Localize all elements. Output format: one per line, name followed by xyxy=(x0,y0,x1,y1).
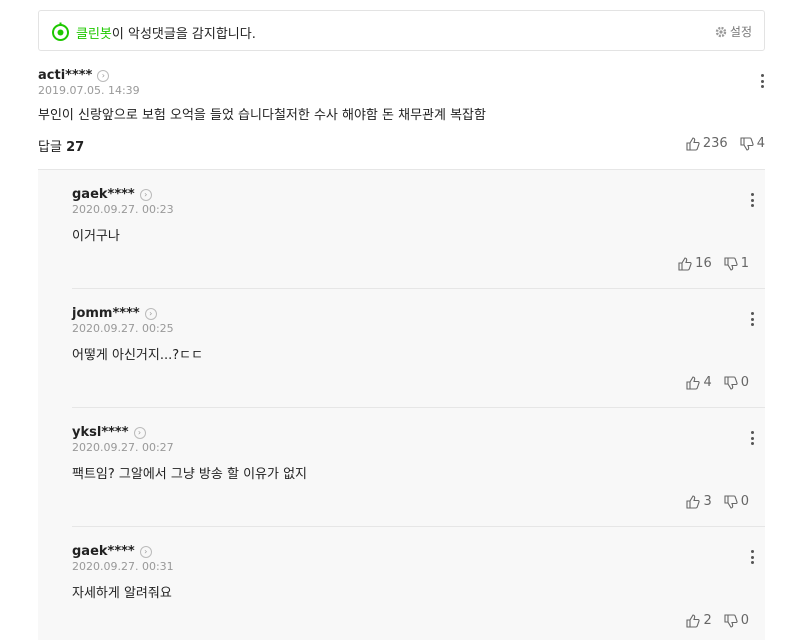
like-button[interactable]: 3 xyxy=(686,494,712,509)
reply-votes: 2 0 xyxy=(686,613,749,628)
reply-votes: 4 0 xyxy=(686,375,749,390)
comment-username[interactable]: acti**** xyxy=(38,68,92,83)
cleanbot-notice: 클린봇이 악성댓글을 감지합니다. 설정 xyxy=(38,10,765,51)
like-count: 3 xyxy=(703,494,712,509)
reply-username[interactable]: jomm**** xyxy=(72,306,140,321)
dislike-button[interactable]: 0 xyxy=(724,613,749,628)
thumbs-up-icon xyxy=(686,613,701,628)
dislike-count: 4 xyxy=(756,136,765,151)
thumbs-down-icon xyxy=(724,494,738,509)
more-menu-icon[interactable] xyxy=(756,73,768,89)
reply-text: 팩트임? 그알에서 그냥 방송 할 이유가 없지 xyxy=(72,467,308,482)
thumbs-up-icon xyxy=(686,494,701,509)
more-menu-icon[interactable] xyxy=(746,192,758,208)
like-count: 4 xyxy=(703,375,712,390)
divider xyxy=(72,288,765,289)
reply-date: 2020.09.27. 00:23 xyxy=(72,203,174,216)
like-count: 16 xyxy=(695,256,712,271)
reply-username[interactable]: gaek**** xyxy=(72,544,135,559)
thumbs-down-icon xyxy=(724,256,738,271)
more-menu-icon[interactable] xyxy=(746,549,758,565)
like-button[interactable]: 16 xyxy=(678,256,712,271)
reply-date: 2020.09.27. 00:31 xyxy=(72,560,174,573)
replies-count: 27 xyxy=(66,140,85,155)
dislike-count: 0 xyxy=(740,375,749,390)
reply-username[interactable]: gaek**** xyxy=(72,187,135,202)
cleanbot-brand: 클린봇 xyxy=(76,27,112,42)
dislike-button[interactable]: 0 xyxy=(724,494,749,509)
like-button[interactable]: 2 xyxy=(686,613,712,628)
main-comment: acti**** › 2019.07.05. 14:39 부인이 신랑앞으로 보… xyxy=(38,68,486,123)
dislike-button[interactable]: 0 xyxy=(724,375,749,390)
divider xyxy=(72,526,765,527)
thumbs-up-icon xyxy=(686,136,700,151)
thumbs-down-icon xyxy=(724,613,738,628)
reply-text: 어떻게 아신거지...?ㄷㄷ xyxy=(72,348,204,363)
reply-votes: 16 1 xyxy=(678,256,749,271)
profile-arrow-icon[interactable]: › xyxy=(139,188,152,201)
more-menu-icon[interactable] xyxy=(746,311,758,327)
thumbs-up-icon xyxy=(678,256,692,271)
dislike-count: 0 xyxy=(740,613,749,628)
reply-text: 자세하게 알려줘요 xyxy=(72,586,172,601)
reply-text: 이거구나 xyxy=(72,229,120,244)
profile-arrow-icon[interactable]: › xyxy=(139,545,152,558)
reply-date: 2020.09.27. 00:27 xyxy=(72,441,174,454)
like-button[interactable]: 236 xyxy=(686,136,728,151)
dislike-count: 0 xyxy=(740,494,749,509)
replies-toggle-button[interactable]: 답글 27 xyxy=(38,136,84,155)
comment-text: 부인이 신랑앞으로 보험 오억을 들었 습니다철저한 수사 해야함 돈 채무관계… xyxy=(38,108,486,123)
reply-item: gaek**** › 2020.09.27. 00:23 이거구나 xyxy=(72,187,174,244)
reply-username[interactable]: yksl**** xyxy=(72,425,129,440)
cleanbot-message: 이 악성댓글을 감지합니다. xyxy=(111,27,256,42)
comment-votes: 236 4 xyxy=(686,136,765,151)
replies-label: 답글 xyxy=(38,140,62,155)
cleanbot-settings-button[interactable]: 설정 xyxy=(715,23,752,40)
cleanbot-settings-label: 설정 xyxy=(729,25,752,39)
profile-arrow-icon[interactable]: › xyxy=(144,307,157,320)
profile-arrow-icon[interactable]: › xyxy=(133,426,146,439)
like-button[interactable]: 4 xyxy=(686,375,712,390)
thumbs-up-icon xyxy=(686,375,701,390)
cleanbot-icon xyxy=(52,22,69,41)
like-count: 2 xyxy=(703,613,712,628)
reply-date: 2020.09.27. 00:25 xyxy=(72,322,174,335)
reply-item: gaek**** › 2020.09.27. 00:31 자세하게 알려줘요 xyxy=(72,544,174,601)
like-count: 236 xyxy=(702,136,728,151)
dislike-count: 1 xyxy=(740,256,749,271)
divider xyxy=(72,407,765,408)
reply-votes: 3 0 xyxy=(686,494,749,509)
more-menu-icon[interactable] xyxy=(746,430,758,446)
reply-item: yksl**** › 2020.09.27. 00:27 팩트임? 그알에서 그… xyxy=(72,425,307,482)
dislike-button[interactable]: 1 xyxy=(724,256,749,271)
dislike-button[interactable]: 4 xyxy=(740,136,765,151)
comment-date: 2019.07.05. 14:39 xyxy=(38,84,140,97)
gear-icon xyxy=(715,26,727,37)
thumbs-down-icon xyxy=(724,375,738,390)
reply-item: jomm**** › 2020.09.27. 00:25 어떻게 아신거지...… xyxy=(72,306,203,363)
profile-arrow-icon[interactable]: › xyxy=(97,69,110,82)
thumbs-down-icon xyxy=(740,136,754,151)
